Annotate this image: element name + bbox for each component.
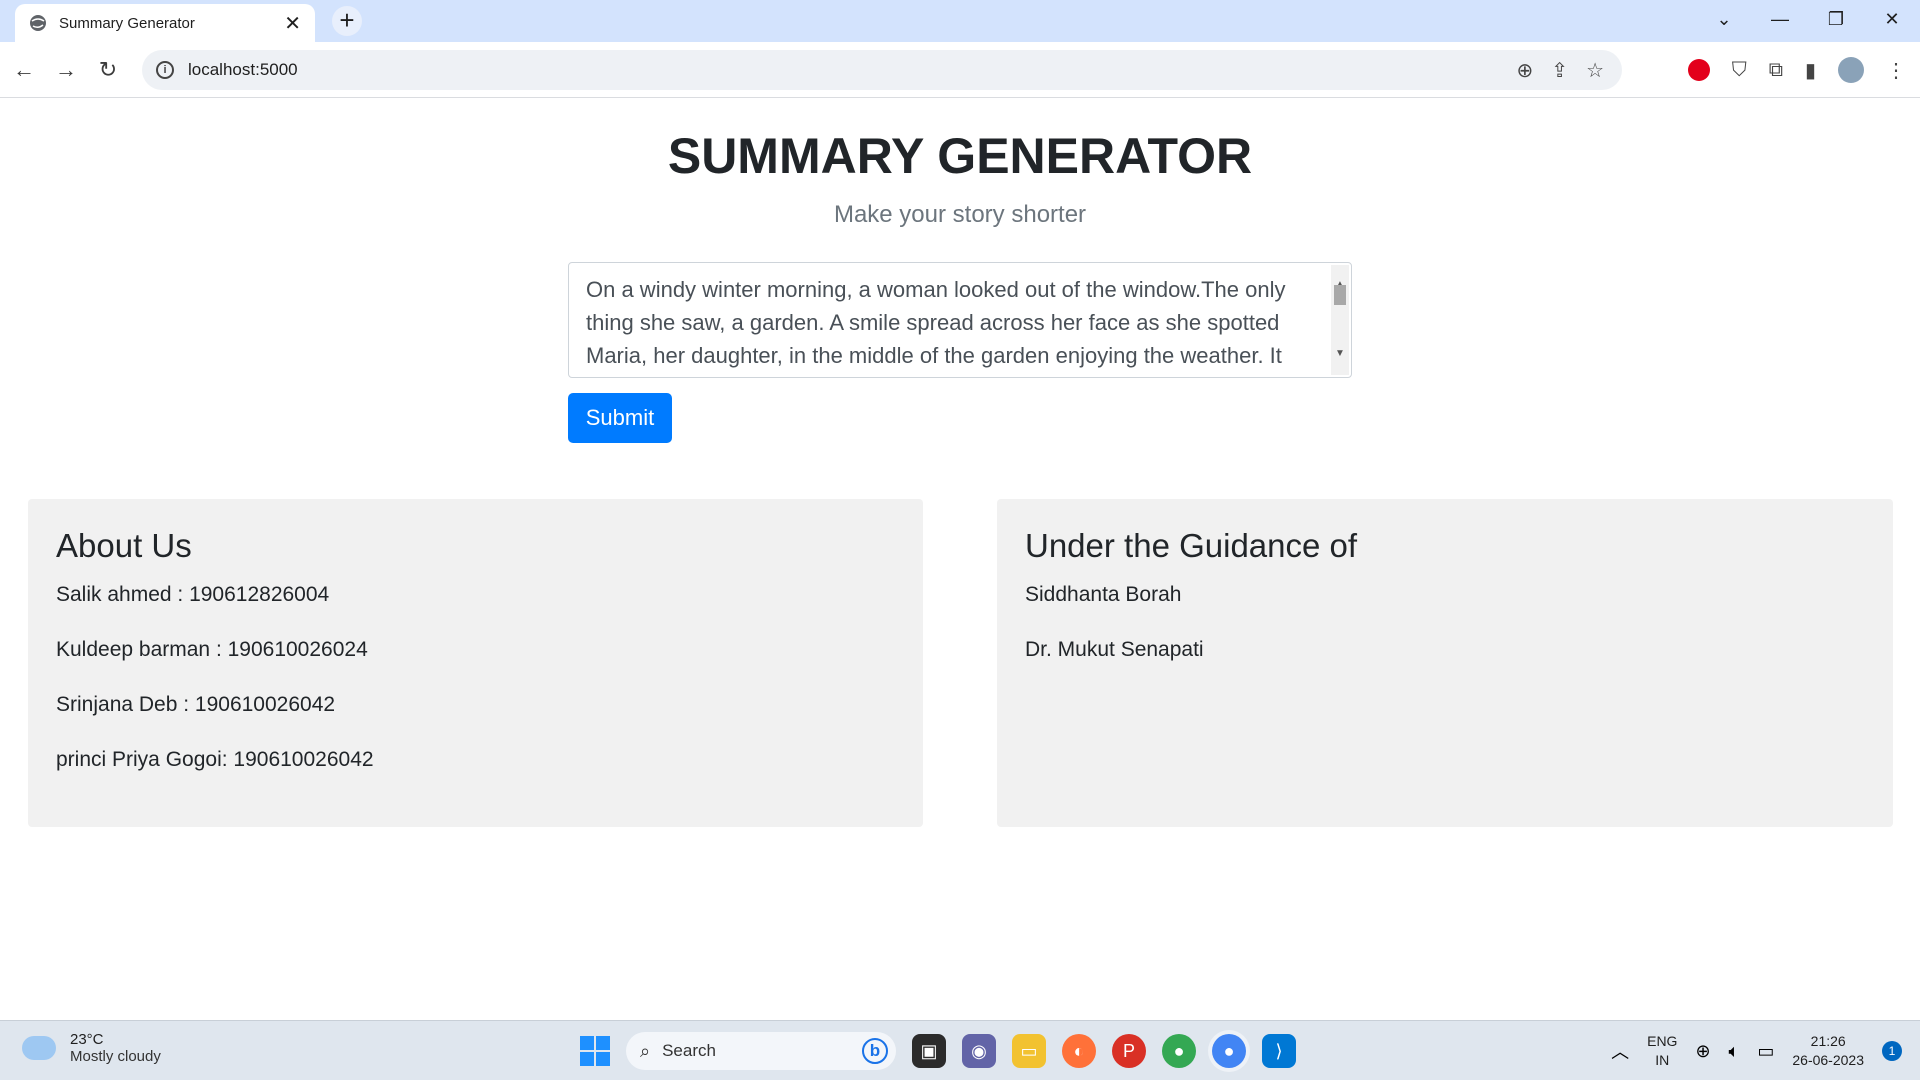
address-bar[interactable]: i localhost:5000 ⊕ ⇪ ☆ <box>142 50 1622 90</box>
cloud-sun-icon <box>22 1028 56 1060</box>
member-item: princi Priya Gogoi: 190610026042 <box>56 748 374 771</box>
close-window-icon[interactable]: ✕ <box>1864 0 1920 40</box>
temperature: 23°C <box>70 1031 104 1048</box>
browser-tab[interactable]: Summary Generator ✕ <box>15 4 315 42</box>
site-info-icon[interactable]: i <box>156 61 174 79</box>
extensions-puzzle-icon[interactable]: ⧉ <box>1769 59 1783 82</box>
weather-description: Mostly cloudy <box>70 1048 161 1065</box>
battery-icon[interactable]: ▭ <box>1757 1041 1774 1062</box>
submit-button[interactable]: Submit <box>568 393 672 443</box>
zoom-icon[interactable]: ⊕ <box>1517 58 1534 83</box>
page-title: SUMMARY GENERATOR <box>667 128 1253 184</box>
pocket-casts-icon[interactable]: P <box>1112 1034 1146 1068</box>
story-textarea[interactable]: On a windy winter morning, a woman looke… <box>568 262 1352 378</box>
share-icon[interactable]: ⇪ <box>1551 58 1568 83</box>
bookmark-star-icon[interactable]: ☆ <box>1586 58 1604 83</box>
task-view-icon[interactable]: ▣ <box>912 1034 946 1068</box>
profile-avatar[interactable] <box>1838 57 1864 83</box>
window-controls: ⌄ — ❐ ✕ <box>1696 0 1920 40</box>
region-code: IN <box>1655 1052 1670 1068</box>
weather-widget[interactable]: 23°C Mostly cloudy <box>22 1028 161 1065</box>
search-icon: ⌕ <box>640 1040 651 1061</box>
member-item: Kuldeep barman : 190610026024 <box>56 638 368 661</box>
guidance-heading: Under the Guidance of <box>1025 527 1358 564</box>
browser-tab-strip: Summary Generator ✕ + ⌄ — ❐ ✕ <box>0 0 1920 42</box>
guidance-card: Under the Guidance of Siddhanta Borah Dr… <box>997 499 1893 827</box>
taskbar: 23°C Mostly cloudy ⌕ Search b ▣ ◉ ▭ ◐ P … <box>0 1020 1920 1080</box>
chevron-up-icon[interactable]: ︿ <box>1611 1038 1629 1064</box>
opera-extension-icon[interactable] <box>1687 59 1710 81</box>
scrollbar-thumb[interactable] <box>1334 285 1346 305</box>
minimize-icon[interactable]: — <box>1752 0 1808 40</box>
shield-extension-icon[interactable]: ⛉ <box>1732 59 1747 82</box>
guide-item: Dr. Mukut Senapati <box>1025 638 1204 661</box>
globe-icon <box>30 15 46 31</box>
bing-icon[interactable]: b <box>862 1038 888 1064</box>
page-subtitle: Make your story shorter <box>833 201 1087 228</box>
chrome-active-icon[interactable]: ● <box>1212 1034 1246 1068</box>
close-tab-icon[interactable]: ✕ <box>284 11 301 36</box>
language-code: ENG <box>1647 1033 1678 1049</box>
scroll-down-icon[interactable]: ▼ <box>1335 337 1345 370</box>
menu-kebab-icon[interactable]: ⋮ <box>1886 58 1906 83</box>
taskbar-search[interactable]: ⌕ Search b <box>626 1032 896 1070</box>
tab-title: Summary Generator <box>59 14 195 32</box>
side-panel-icon[interactable]: ▮ <box>1805 58 1816 83</box>
restore-icon[interactable]: ❐ <box>1808 0 1864 40</box>
file-explorer-icon[interactable]: ▭ <box>1012 1034 1046 1068</box>
firefox-icon[interactable]: ◐ <box>1062 1034 1096 1068</box>
vscode-icon[interactable]: ⟩ <box>1262 1034 1296 1068</box>
reload-icon[interactable]: ↻ <box>88 42 128 98</box>
date: 26-06-2023 <box>1792 1052 1864 1068</box>
about-heading: About Us <box>56 527 192 564</box>
forward-icon[interactable]: → <box>46 42 86 98</box>
new-tab-button[interactable]: + <box>332 6 362 36</box>
browser-toolbar: ← → ↻ i localhost:5000 ⊕ ⇪ ☆ ⛉ ⧉ ▮ ⋮ <box>0 42 1920 98</box>
clock[interactable]: 21:26 26-06-2023 <box>1792 1032 1864 1070</box>
network-globe-icon[interactable]: ⊕ <box>1695 1041 1710 1062</box>
time: 21:26 <box>1810 1033 1846 1049</box>
language-indicator[interactable]: ENG IN <box>1647 1032 1677 1070</box>
guide-item: Siddhanta Borah <box>1025 583 1182 606</box>
tab-search-icon[interactable]: ⌄ <box>1696 0 1752 40</box>
volume-icon[interactable]: 🔈︎ <box>1729 1041 1740 1062</box>
notification-badge[interactable]: 1 <box>1882 1041 1902 1061</box>
teams-chat-icon[interactable]: ◉ <box>962 1034 996 1068</box>
page-content: SUMMARY GENERATOR Make your story shorte… <box>0 99 1920 1020</box>
member-item: Salik ahmed : 190612826004 <box>56 583 330 606</box>
url-text[interactable]: localhost:5000 <box>188 60 1517 80</box>
windows-start-icon[interactable] <box>580 1036 610 1066</box>
chrome-icon[interactable]: ● <box>1162 1034 1196 1068</box>
search-placeholder: Search <box>662 1041 716 1060</box>
about-us-card: About Us Salik ahmed : 190612826004 Kuld… <box>28 499 923 827</box>
member-item: Srinjana Deb : 190610026042 <box>56 693 336 716</box>
textarea-scrollbar[interactable]: ▲ ▼ <box>1331 265 1349 375</box>
back-icon[interactable]: ← <box>4 42 44 98</box>
textarea-value[interactable]: On a windy winter morning, a woman looke… <box>586 277 1286 368</box>
